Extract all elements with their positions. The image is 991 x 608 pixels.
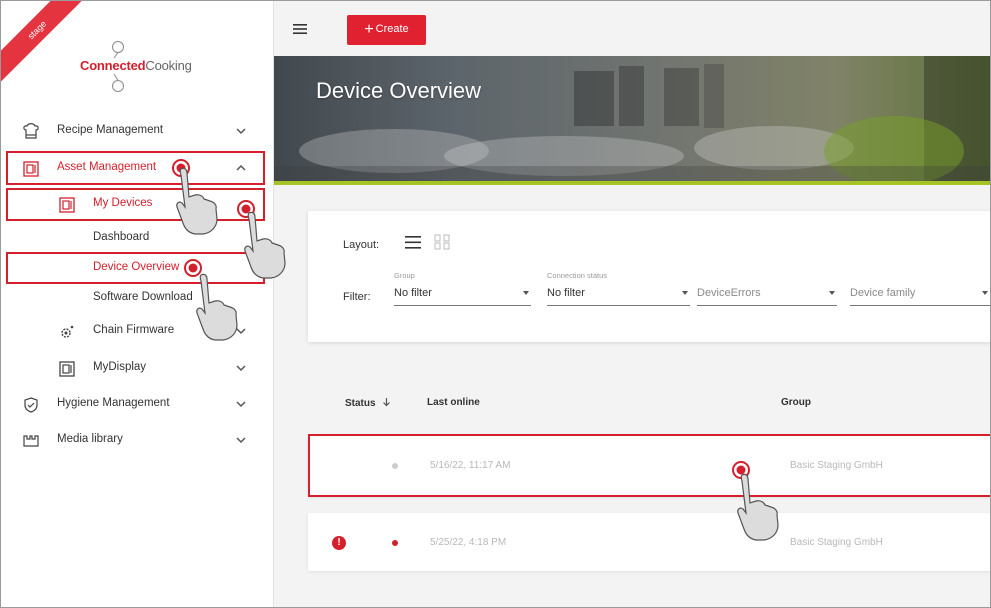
status-dot-offline [392,463,398,469]
plus-icon: + [364,21,374,38]
hamburger-icon[interactable] [293,23,307,35]
grid-view-icon[interactable] [434,234,450,250]
chef-hat-icon [23,123,39,139]
select-value: No filter [394,287,432,299]
chevron-down-icon[interactable] [235,125,247,137]
group-select[interactable]: Group No filter [394,271,531,307]
pointing-hand-icon [244,211,286,279]
select-caption: Group [394,271,415,280]
column-header-last-online[interactable]: Last online [427,397,480,408]
shield-check-icon [24,397,38,413]
chevron-down-icon[interactable] [235,398,247,410]
column-header-status[interactable]: Status [345,397,391,409]
connection-status-select[interactable]: Connection status No filter [547,271,690,307]
create-button[interactable]: + Create [347,15,426,45]
device-icon [23,161,39,177]
status-dot-error [392,540,398,546]
sidebar-item-dashboard[interactable]: Dashboard [1,221,274,255]
sidebar-item-recipe-management[interactable]: Recipe Management [1,114,274,148]
hero-banner: Device Overview [274,56,990,183]
caret-down-icon [982,291,988,295]
device-errors-select[interactable]: DeviceErrors [697,271,837,307]
display-icon [59,361,75,377]
pointing-hand-icon [196,273,238,341]
caret-down-icon [523,291,529,295]
connected-cooking-logo[interactable]: ConnectedCooking [80,41,210,95]
select-underline [394,305,531,306]
sidebar-item-my-devices[interactable]: My Devices [1,187,274,221]
device-family-select[interactable]: Device family [850,271,990,307]
create-button-label: Create [375,23,409,35]
filter-card: Layout: Filter: Group No filter Connecti… [308,211,990,342]
sidebar-item-label: Hygiene Management [57,397,170,409]
column-header-group[interactable]: Group [781,397,811,408]
select-underline [697,305,837,306]
page-title: Device Overview [316,78,482,103]
select-value: Device family [850,287,916,299]
media-folder-icon [23,435,39,447]
chevron-up-icon[interactable] [235,162,247,174]
select-underline [547,305,690,306]
table-row[interactable]: 5/16/22, 11:17 AM Basic Staging GmbH [308,435,990,497]
app-window: stage ConnectedCooking Recipe Management [0,0,991,608]
sidebar-item-media-library[interactable]: Media library [1,423,274,457]
sidebar-item-label: My Devices [93,197,153,209]
group-value: Basic Staging GmbH [790,460,883,471]
logo-text: ConnectedCooking [80,58,192,73]
arrow-down-icon [383,398,391,407]
kitchen-photo [274,56,990,183]
select-underline [850,305,990,306]
sidebar-item-label: Dashboard [93,231,150,243]
caret-down-icon [682,291,688,295]
pointing-hand-icon [737,473,779,541]
column-header-label: Status [345,398,376,409]
caret-down-icon [829,291,835,295]
error-info-icon[interactable]: ! [332,536,346,550]
gear-icon [61,325,74,338]
sidebar-item-hygiene-management[interactable]: Hygiene Management [1,387,274,421]
sidebar-item-mydisplay[interactable]: MyDisplay [1,351,274,385]
group-value: Basic Staging GmbH [790,537,883,548]
sidebar-item-label: MyDisplay [93,361,147,373]
sidebar-item-label: Recipe Management [57,124,164,136]
filter-label: Filter: [343,291,371,303]
sidebar-item-label: Software Download [93,291,193,303]
select-value: No filter [547,287,585,299]
layout-label: Layout: [343,239,380,251]
logo-text-strong: Connected [80,58,146,73]
last-online-value: 5/16/22, 11:17 AM [430,460,511,471]
chevron-down-icon[interactable] [235,362,247,374]
chevron-down-icon[interactable] [235,434,247,446]
sidebar-item-label: Media library [57,433,123,445]
hero-accent-bar [274,181,990,185]
list-view-icon[interactable] [405,236,421,249]
sidebar-item-label: Device Overview [93,261,180,273]
sidebar-item-label: Asset Management [57,161,157,173]
logo-text-light: Cooking [145,58,192,73]
table-row[interactable]: ! 5/25/22, 4:18 PM Basic Staging GmbH [308,513,990,571]
pointing-hand-icon [176,167,218,235]
sidebar-item-asset-management[interactable]: Asset Management [1,151,274,185]
select-caption: Connection status [547,271,608,280]
device-icon [59,197,75,213]
last-online-value: 5/25/22, 4:18 PM [430,537,507,548]
top-bar: + Create [274,1,990,56]
sidebar-item-label: Chain Firmware [93,324,175,336]
select-value: DeviceErrors [697,287,761,299]
